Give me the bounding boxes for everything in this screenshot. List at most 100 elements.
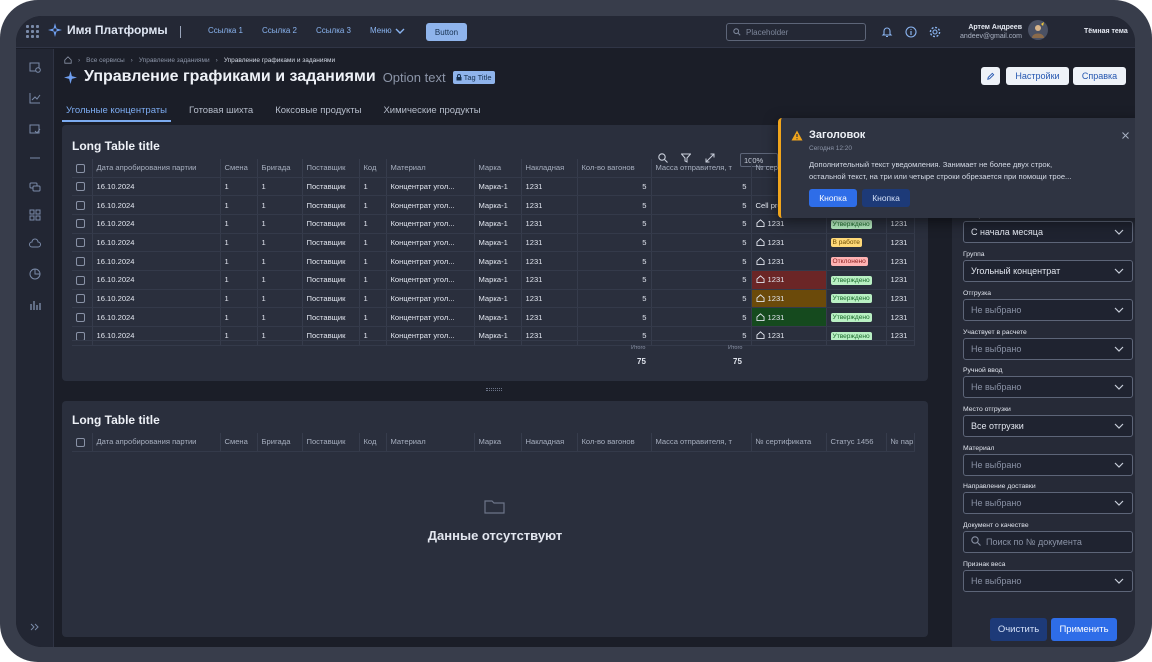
tab-chemical[interactable]: Химические продукты [379,105,484,122]
breadcrumb-item[interactable]: Управление заданиями [139,57,210,64]
certificate-cell: 1231 [751,251,827,271]
tab-charge[interactable]: Готовая шихта [185,105,257,122]
tab-coke[interactable]: Коксовые продукты [271,105,365,122]
chevron-down-icon [1114,498,1124,510]
table-row[interactable]: 16.10.2024 1 1 Поставщик 1 Концентрат угол...… [72,251,915,271]
column-header[interactable]: Материал [386,159,475,178]
document-search-input[interactable]: Поиск по № документа [963,531,1133,553]
resize-handle[interactable] [486,388,502,391]
toast-primary-button[interactable]: Кнопка [809,189,857,207]
app-logo[interactable]: Имя Платформы [48,23,168,37]
toast-secondary-button[interactable]: Кнопка [862,189,910,207]
table-cell: 1 [220,307,258,327]
total-mass: 75 [733,357,742,366]
column-header[interactable]: Марка [474,433,522,452]
column-header[interactable]: Масса отправителя, т [651,159,752,178]
filter-select[interactable]: Не выбрано [963,570,1133,592]
status-cell: Утверждено [826,307,887,327]
column-header[interactable]: Марка [474,159,522,178]
theme-toggle[interactable]: Тёмная тема [1084,28,1128,35]
column-header[interactable]: Бригада [257,433,303,452]
tab-coal[interactable]: Угольные концентраты [62,105,171,122]
row-checkbox[interactable] [76,256,85,266]
close-icon[interactable] [1122,132,1129,139]
filter-select[interactable]: С начала месяца [963,221,1133,243]
table-cell: Концентрат угол... [386,177,475,197]
column-header[interactable]: № сертификата [751,433,827,452]
row-checkbox[interactable] [76,275,85,285]
column-header[interactable]: Смена [220,159,258,178]
calendar-check-icon[interactable] [29,123,41,135]
expand-sidebar-icon[interactable] [29,621,41,633]
filter-select[interactable]: Не выбрано [963,492,1133,514]
column-header[interactable]: Поставщик [302,433,360,452]
top-button[interactable]: Button [426,23,467,41]
row-checkbox[interactable] [76,219,85,229]
column-header[interactable]: Кол-во вагонов [577,433,652,452]
row-checkbox[interactable] [76,182,85,192]
column-header[interactable]: Смена [220,433,258,452]
column-header[interactable]: № пар [886,433,915,452]
home-icon[interactable] [64,56,72,64]
breadcrumb-current: Управление графиками и заданиями [223,56,336,64]
row-checkbox[interactable] [76,238,85,248]
row-checkbox[interactable] [76,294,85,304]
edit-button[interactable] [981,67,1000,85]
table-row[interactable]: 16.10.2024 1 1 Поставщик 1 Концентрат угол...… [72,289,915,309]
user-info[interactable]: Артем Андреев andeev@gmail.com [956,23,1022,41]
gear-icon[interactable] [928,25,941,38]
select-all-checkbox[interactable] [76,437,85,447]
filter-value: Не выбрано [971,305,1022,315]
bell-icon[interactable] [880,25,893,38]
column-header[interactable]: Код [359,433,387,452]
info-icon[interactable] [904,25,917,38]
filter-select[interactable]: Не выбрано [963,454,1133,476]
apps-grid-icon[interactable] [26,25,39,38]
status-badge: В работе [830,238,862,248]
table-cell: Концентрат угол... [386,251,475,271]
settings-button[interactable]: Настройки [1006,67,1069,85]
column-header[interactable]: Материал [386,433,475,452]
modules-icon[interactable] [29,209,41,221]
calendar-clock-icon[interactable] [29,61,41,73]
pie-chart-icon[interactable] [29,268,41,280]
chart-line-icon[interactable] [29,92,41,104]
column-header[interactable]: Поставщик [302,159,360,178]
column-header[interactable]: Кол-во вагонов [577,159,652,178]
table-row[interactable]: 16.10.2024 1 1 Поставщик 1 Концентрат угол...… [72,270,915,290]
column-header[interactable]: Дата апробирования партии [92,159,221,178]
column-header[interactable]: Масса отправителя, т [651,433,752,452]
help-button[interactable]: Справка [1073,67,1126,85]
chat-icon[interactable] [29,181,41,193]
cloud-icon[interactable] [29,238,41,250]
table-cell: Концентрат угол... [386,307,475,327]
apply-button[interactable]: Применить [1051,618,1117,641]
nav-menu[interactable]: Меню [370,26,405,35]
column-header[interactable]: Накладная [521,433,578,452]
nav-link-1[interactable]: Ссылка 1 [208,26,243,35]
column-header[interactable]: Бригада [257,159,303,178]
row-checkbox[interactable] [76,200,85,210]
filter-select[interactable]: Все отгрузки [963,415,1133,437]
column-header[interactable]: Накладная [521,159,578,178]
filter-select[interactable]: Не выбрано [963,338,1133,360]
select-all-checkbox[interactable] [76,163,85,173]
breadcrumb-item[interactable]: Все сервисы [86,57,125,64]
search-input[interactable]: Placeholder [726,23,866,41]
table-row[interactable]: 16.10.2024 1 1 Поставщик 1 Концентрат угол...… [72,307,915,327]
avatar[interactable] [1028,20,1048,40]
nav-link-3[interactable]: Ссылка 3 [316,26,351,35]
bar-chart-icon[interactable] [29,299,41,311]
nav-link-2[interactable]: Ссылка 2 [262,26,297,35]
clear-button[interactable]: Очистить [990,618,1047,641]
row-checkbox[interactable] [76,312,85,322]
checkbox-cell [72,177,93,197]
filter-select[interactable]: Не выбрано [963,376,1133,398]
filter-select[interactable]: Не выбрано [963,299,1133,321]
table-row[interactable]: 16.10.2024 1 1 Поставщик 1 Концентрат угол...… [72,233,915,253]
house-icon [756,294,768,303]
column-header[interactable]: Дата апробирования партии [92,433,221,452]
filter-select[interactable]: Угольный концентрат [963,260,1133,282]
column-header[interactable]: Код [359,159,387,178]
column-header[interactable]: Статус 1456 [826,433,887,452]
